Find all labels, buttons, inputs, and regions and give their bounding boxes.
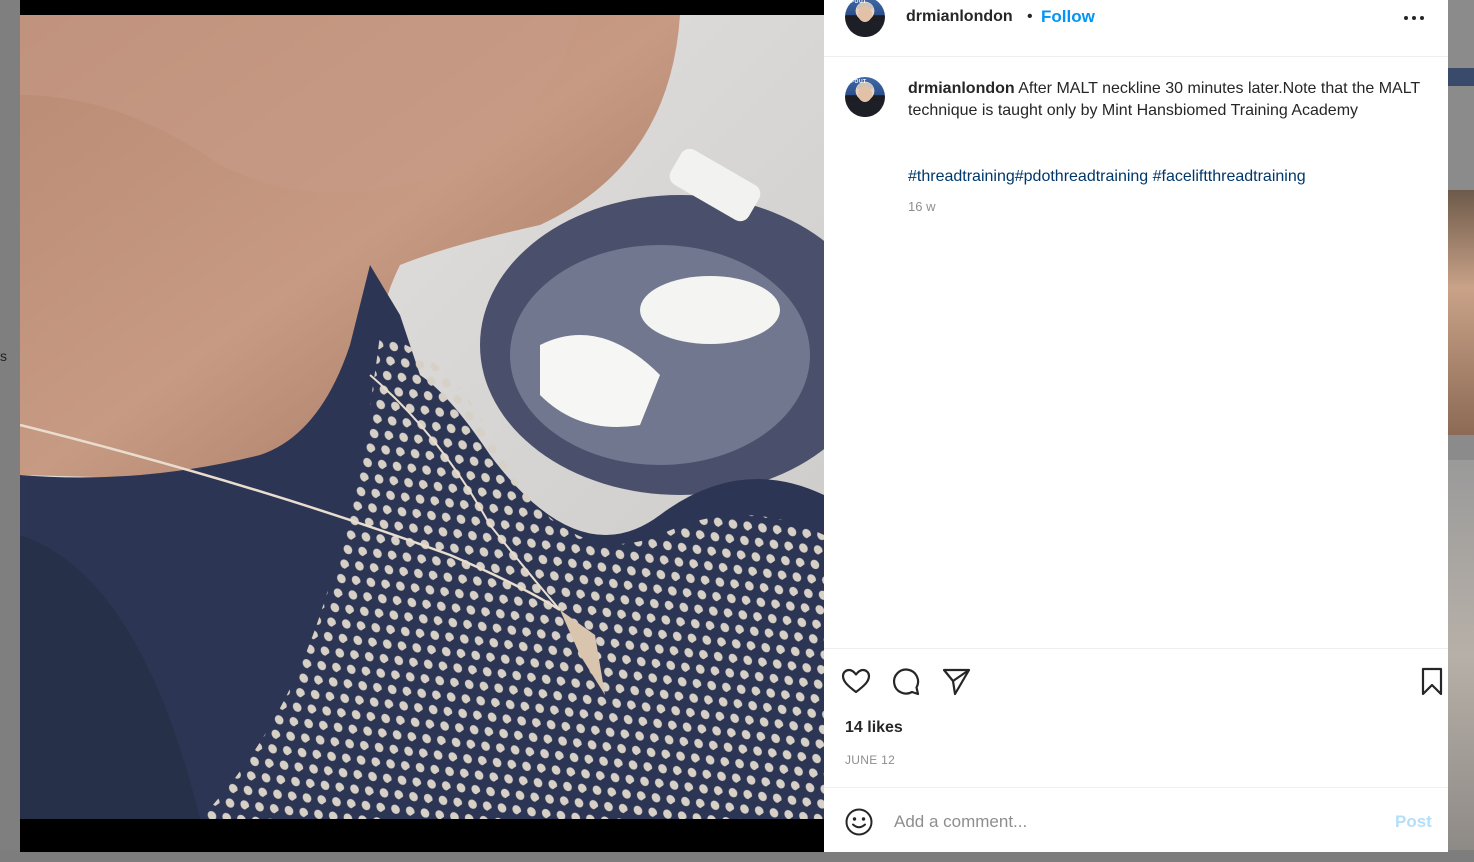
neckline-photo-illustration (20, 15, 824, 819)
avatar-face (858, 6, 872, 22)
paper-plane-icon[interactable] (940, 665, 972, 697)
post-caption: drmianlondon After MALT neckline 30 minu… (908, 78, 1420, 122)
hashtag-link[interactable]: #pdothreadtraining (1015, 168, 1148, 185)
comment-bar: Post (824, 787, 1448, 853)
bookmark-icon[interactable] (1416, 665, 1448, 697)
caption-username[interactable]: drmianlondon (908, 80, 1015, 97)
post-media (20, 0, 824, 852)
hashtag-link[interactable]: #threadtraining (908, 168, 1015, 185)
background-thumbnail (1448, 190, 1474, 435)
caption-avatar[interactable]: FOUT (845, 77, 885, 117)
caption-time-ago[interactable]: 16 w (908, 199, 935, 214)
post-header: FOUT drmianlondon • Follow (824, 0, 1448, 57)
smiley-icon[interactable] (844, 807, 874, 837)
avatar-shirt (849, 23, 881, 37)
background-thumbnail (1448, 68, 1474, 86)
avatar-face (858, 86, 872, 102)
avatar[interactable]: FOUT (845, 0, 885, 37)
post-side-panel: FOUT drmianlondon • Follow FOUT drmianlo… (824, 0, 1448, 852)
background-page-left (0, 0, 20, 862)
background-text: s (0, 348, 7, 364)
header-username[interactable]: drmianlondon (906, 8, 1013, 26)
likes-count[interactable]: 14 likes (845, 719, 903, 737)
post-actions: 14 likes JUNE 12 (824, 648, 1448, 799)
follow-button[interactable]: Follow (1041, 7, 1095, 27)
comment-icon[interactable] (890, 665, 922, 697)
hashtag-link[interactable]: #faceliftthreadtraining (1153, 168, 1306, 185)
post-comment-button[interactable]: Post (1395, 812, 1432, 832)
heart-icon[interactable] (840, 665, 872, 697)
comment-input[interactable] (894, 810, 1364, 834)
header-separator: • (1027, 8, 1033, 25)
hashtag-list: #threadtraining#pdothreadtraining #facel… (908, 168, 1306, 186)
post-modal: FOUT drmianlondon • Follow FOUT drmianlo… (20, 0, 1448, 852)
background-thumbnail (1448, 460, 1474, 850)
post-photo[interactable] (20, 15, 824, 819)
post-date: JUNE 12 (845, 753, 896, 767)
more-horizontal-icon[interactable] (1400, 8, 1428, 28)
avatar-shirt (849, 103, 881, 117)
